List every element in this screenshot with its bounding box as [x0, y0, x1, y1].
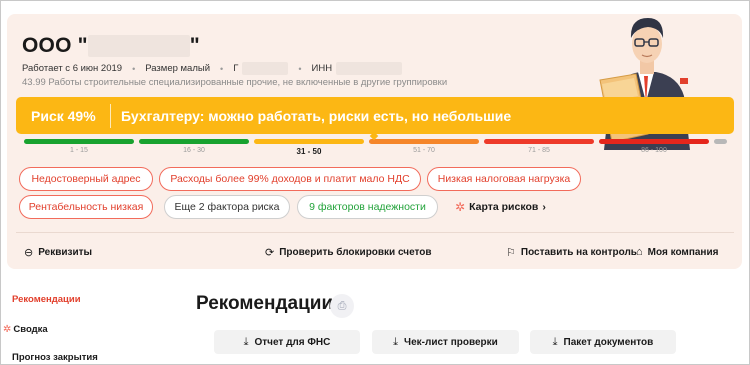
- separator-dot: •: [132, 63, 136, 74]
- sidebar-summary-label: Сводка: [13, 324, 48, 335]
- risk-banner: Риск 49% Бухгалтеру: можно работать, рис…: [16, 97, 734, 134]
- scale-label-2: 16 - 30: [183, 147, 205, 154]
- reliability-factors-button[interactable]: 9 факторов надежности: [297, 195, 438, 219]
- check-blocks-label: Проверить блокировки счетов: [279, 247, 432, 258]
- documents-button[interactable]: ⤓ Пакет документов: [530, 330, 676, 354]
- company-size: Размер малый: [145, 63, 211, 74]
- company-meta: Работает с 6 июн 2019 • Размер малый • Г…: [22, 62, 403, 75]
- risk-factor-tax-load[interactable]: Низкая налоговая нагрузка: [427, 167, 581, 191]
- card-divider: [16, 232, 734, 233]
- more-risk-factors-button[interactable]: Еще 2 фактора риска: [164, 195, 290, 219]
- risk-map-label: Карта рисков: [469, 201, 539, 213]
- scale-segment-3: [254, 139, 364, 144]
- risk-map-link[interactable]: ✲ Карта рисков ›: [455, 200, 546, 214]
- redacted-inn: [336, 62, 403, 75]
- refresh-icon: ⟳: [265, 247, 275, 259]
- banner-divider: [110, 103, 111, 128]
- more-dots-icon: ⊖: [24, 247, 34, 259]
- redacted-name: [87, 35, 190, 58]
- scale-segment-2: [139, 139, 249, 144]
- risk-factor-address[interactable]: Недостоверный адрес: [19, 167, 153, 191]
- chevron-right-icon: ›: [542, 201, 546, 213]
- gear-icon: ✲: [3, 324, 12, 335]
- risk-message: Бухгалтеру: можно работать, риски есть, …: [121, 107, 512, 124]
- monitor-label: Поставить на контроль: [520, 247, 637, 258]
- sidebar-item-forecast[interactable]: Прогноз закрытия: [12, 352, 98, 363]
- company-name: ООО " ": [22, 34, 200, 58]
- risk-scale: 1 - 15 16 - 30 31 - 50 51 - 70 71 - 85 8…: [24, 131, 727, 159]
- works-since: Работает с 6 июн 2019: [22, 63, 123, 74]
- scale-segment-4: [369, 139, 479, 144]
- download-icon: ⤓: [393, 335, 399, 348]
- requisites-label: Реквизиты: [38, 247, 93, 258]
- report-fns-button[interactable]: ⤓ Отчет для ФНС: [214, 330, 360, 354]
- company-name-suffix: ": [189, 34, 200, 57]
- monitor-button[interactable]: ⚐ Поставить на контроль: [506, 246, 637, 259]
- scale-segment-6: [599, 139, 709, 144]
- city-label: Г: [233, 63, 239, 74]
- risk-factor-expenses[interactable]: Расходы более 99% доходов и платит мало …: [159, 167, 421, 191]
- checklist-label: Чек-лист проверки: [404, 336, 498, 348]
- my-company-label: Моя компания: [647, 246, 719, 258]
- scale-label-5: 71 - 85: [528, 147, 550, 154]
- download-icon: ⤓: [552, 335, 558, 348]
- okved-description: 43.99 Работы строительные специализирова…: [22, 77, 448, 88]
- requisites-button[interactable]: ⊖ Реквизиты: [24, 246, 92, 259]
- scale-segment-5: [484, 139, 594, 144]
- checklist-button[interactable]: ⤓ Чек-лист проверки: [372, 330, 519, 354]
- risk-factor-profitability[interactable]: Рентабельность низкая: [19, 195, 153, 219]
- gear-icon: ✲: [455, 200, 466, 214]
- recommendations-title: Рекомендации: [196, 293, 334, 314]
- sidebar-item-recommendations[interactable]: Рекомендации: [12, 294, 81, 305]
- redacted-city: [242, 62, 289, 75]
- scale-label-6: 86 - 100: [641, 147, 667, 154]
- scale-label-1: 1 - 15: [70, 147, 88, 154]
- my-company-button[interactable]: ⌂ Моя компания: [636, 246, 718, 258]
- separator-dot: •: [298, 63, 302, 74]
- sidebar-item-summary[interactable]: ✲ Сводка: [3, 324, 48, 335]
- home-icon: ⌂: [636, 246, 643, 258]
- report-fns-label: Отчет для ФНС: [254, 336, 331, 348]
- risk-value: Риск 49%: [31, 107, 96, 124]
- download-icon: ⤓: [243, 335, 249, 348]
- scale-segment-end: [714, 139, 727, 144]
- scale-label-3: 31 - 50: [296, 147, 322, 156]
- scale-label-4: 51 - 70: [413, 147, 435, 154]
- separator-dot: •: [220, 63, 224, 74]
- documents-label: Пакет документов: [563, 336, 654, 348]
- check-blocks-button[interactable]: ⟳ Проверить блокировки счетов: [265, 246, 432, 259]
- print-icon[interactable]: ⎙: [330, 294, 354, 318]
- inn-label: ИНН: [311, 63, 333, 74]
- scale-segment-1: [24, 139, 134, 144]
- company-name-prefix: ООО ": [22, 34, 88, 57]
- flag-icon: ⚐: [506, 247, 516, 259]
